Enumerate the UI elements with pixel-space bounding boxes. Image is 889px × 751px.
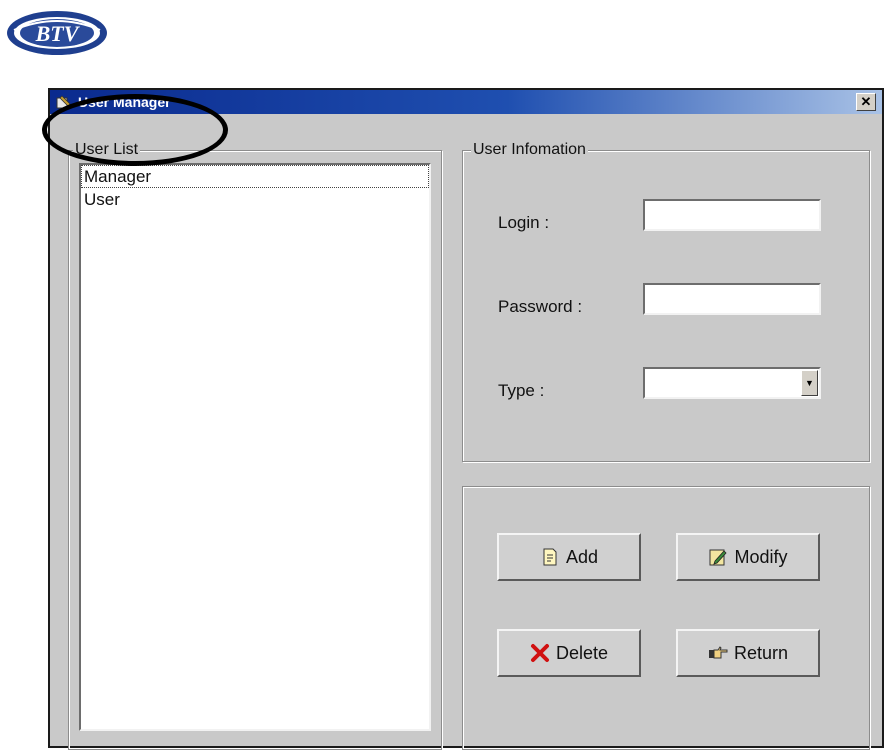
modify-button-label: Modify [734, 546, 788, 567]
delete-button[interactable]: Delete [497, 629, 641, 677]
list-item[interactable]: User [81, 188, 429, 211]
user-manager-window: User Manager ✕ User List Manager User Us… [48, 88, 884, 750]
window-client-area: User List Manager User User Infomation L… [50, 114, 882, 750]
list-item[interactable]: Manager [81, 165, 429, 188]
add-button-label: Add [565, 546, 599, 567]
password-field[interactable] [643, 283, 821, 315]
delete-x-icon [530, 643, 550, 663]
user-listbox[interactable]: Manager User [79, 163, 431, 731]
pointing-hand-icon [708, 643, 728, 663]
user-info-label: User Infomation [471, 141, 588, 159]
close-button[interactable]: ✕ [856, 93, 876, 111]
return-button[interactable]: Return [676, 629, 820, 677]
type-label: Type : [498, 381, 545, 400]
add-button[interactable]: Add [497, 533, 641, 581]
return-button-label: Return [733, 642, 789, 663]
user-list-group: User List Manager User [68, 141, 442, 750]
edit-icon [708, 547, 728, 567]
annotation-highlight-ellipse [42, 94, 228, 166]
logo-text: BTV [35, 21, 81, 46]
modify-button[interactable]: Modify [676, 533, 820, 581]
type-select[interactable]: ▼ [643, 367, 821, 399]
login-field[interactable] [643, 199, 821, 231]
dropdown-arrow-icon[interactable]: ▼ [801, 370, 818, 396]
login-label: Login : [498, 213, 550, 232]
password-label: Password : [498, 297, 583, 316]
user-info-group: User Infomation Login : Password : Type … [462, 141, 870, 462]
company-logo: BTV [4, 8, 110, 58]
add-document-icon [540, 547, 560, 567]
delete-button-label: Delete [555, 642, 609, 663]
actions-group: Add Modify Delete Return [462, 486, 870, 750]
